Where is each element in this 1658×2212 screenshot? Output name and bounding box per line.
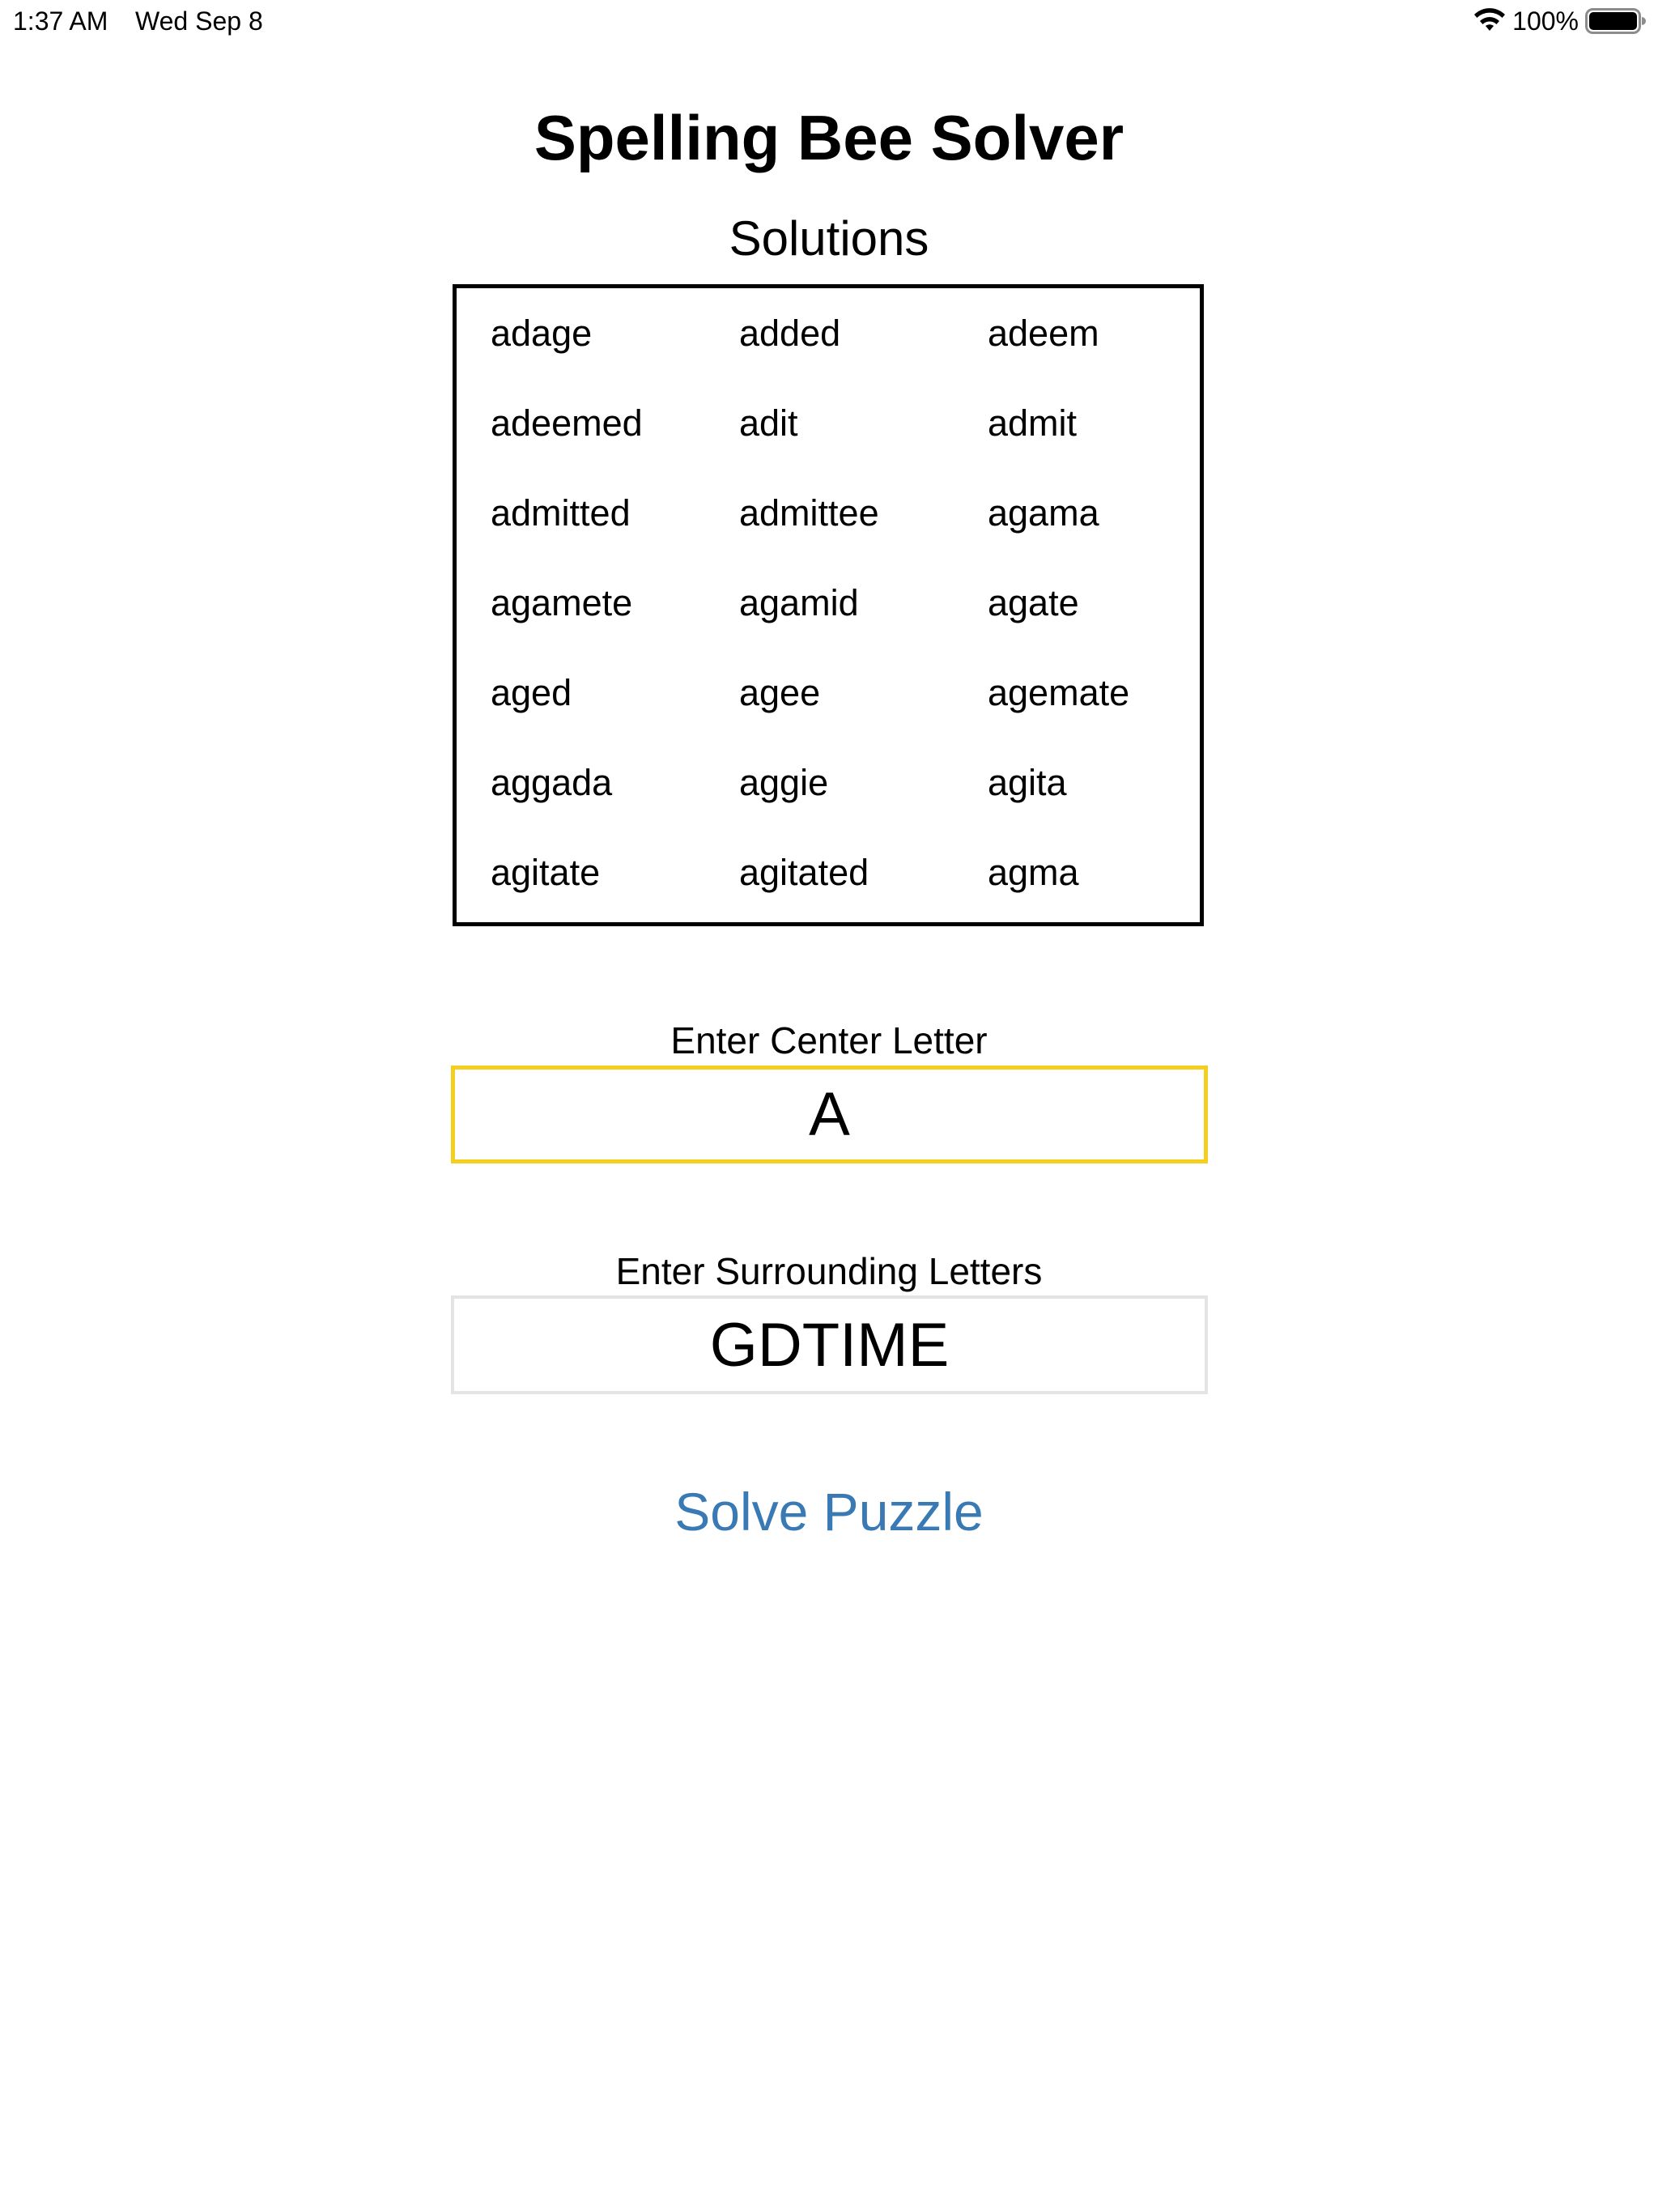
solution-word: adeemed [491, 402, 643, 444]
status-bar: 1:37 AM Wed Sep 8 100% [0, 0, 1658, 42]
solution-word: agma [988, 852, 1079, 893]
solution-word: adage [491, 313, 593, 354]
solution-word: admitted [491, 492, 631, 534]
solution-word: admittee [739, 492, 879, 534]
solution-word: adit [739, 402, 798, 444]
solutions-heading: Solutions [729, 211, 929, 266]
surrounding-letters-label: Enter Surrounding Letters [615, 1250, 1043, 1292]
status-date: Wed Sep 8 [135, 6, 263, 36]
center-letter-field[interactable]: A [451, 1066, 1208, 1163]
solution-word: agitated [739, 852, 869, 893]
solution-word: agitate [491, 852, 601, 893]
status-time: 1:37 AM [13, 6, 108, 36]
status-indicators: 100% [1473, 5, 1647, 37]
solution-word: agama [988, 492, 1099, 534]
solution-word: agemate [988, 672, 1130, 713]
center-letter-label: Enter Center Letter [670, 1019, 988, 1061]
solution-word: agate [988, 582, 1079, 623]
solution-word: agamete [491, 582, 633, 623]
solution-word: aggie [739, 762, 829, 803]
app-screen: 1:37 AM Wed Sep 8 100% Spelling Bee Solv… [0, 0, 1658, 2212]
solutions-grid: adage added adeem adeemed adit admit admitted a… [491, 309, 1171, 938]
solution-word: adeem [988, 313, 1099, 354]
solution-word: aged [491, 672, 572, 713]
solution-word: added [739, 313, 841, 354]
solutions-list[interactable]: adage added adeem adeemed adit admit admitted a… [453, 284, 1204, 926]
page-title: Spelling Bee Solver [534, 102, 1124, 173]
solution-word: admit [988, 402, 1078, 444]
solution-word: agita [988, 762, 1067, 803]
solve-puzzle-button[interactable]: Solve Puzzle [0, 1475, 1658, 1548]
solution-word: agee [739, 672, 821, 713]
battery-icon [1585, 8, 1646, 34]
solution-word: aggada [491, 762, 613, 803]
solution-word: agamid [739, 582, 859, 623]
surrounding-letters-field[interactable]: GDTIME [451, 1295, 1208, 1394]
battery-percent: 100% [1512, 6, 1579, 36]
wifi-icon [1474, 8, 1506, 31]
